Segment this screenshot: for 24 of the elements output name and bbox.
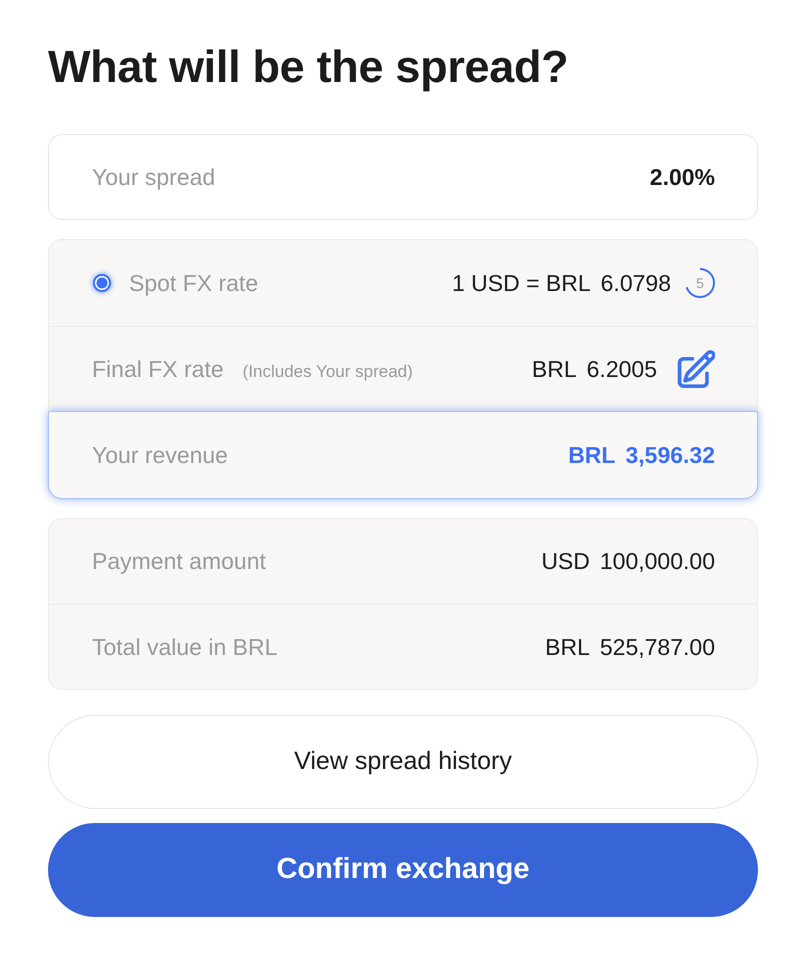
radio-button[interactable] bbox=[92, 273, 112, 293]
currency-label: USD bbox=[541, 547, 590, 576]
amount-value: 6.2005 bbox=[586, 354, 657, 384]
countdown-number: 5 bbox=[696, 276, 704, 290]
amount-value: 525,787.00 bbox=[600, 632, 715, 662]
rate-note: (Includes Your spread) bbox=[242, 360, 413, 383]
total-label: Total value in BRL bbox=[92, 632, 278, 662]
currency-label: BRL bbox=[532, 354, 577, 384]
spread-value: 2.00% bbox=[650, 162, 715, 192]
rate-label: Spot FX rate bbox=[129, 268, 258, 298]
amount-value: 6.0798 bbox=[600, 268, 671, 298]
spread-label: Your spread bbox=[92, 162, 216, 192]
page-title: What will be the spread? bbox=[48, 40, 570, 94]
amount-value: 3,596.32 bbox=[625, 440, 715, 470]
amount-value: 100,000.00 bbox=[600, 547, 715, 576]
currency-label: 1 USD = BRL bbox=[452, 268, 591, 298]
rate-label: Final FX rate bbox=[92, 354, 224, 384]
confirm-button[interactable]: Confirm exchange bbox=[48, 823, 758, 917]
currency-label: BRL bbox=[545, 632, 590, 662]
history-button[interactable]: View spread history bbox=[48, 715, 758, 809]
edit-icon[interactable] bbox=[677, 350, 715, 388]
rate-label: Your revenue bbox=[92, 440, 228, 470]
currency-label: BRL bbox=[568, 440, 616, 470]
total-label: Payment amount bbox=[92, 547, 266, 576]
